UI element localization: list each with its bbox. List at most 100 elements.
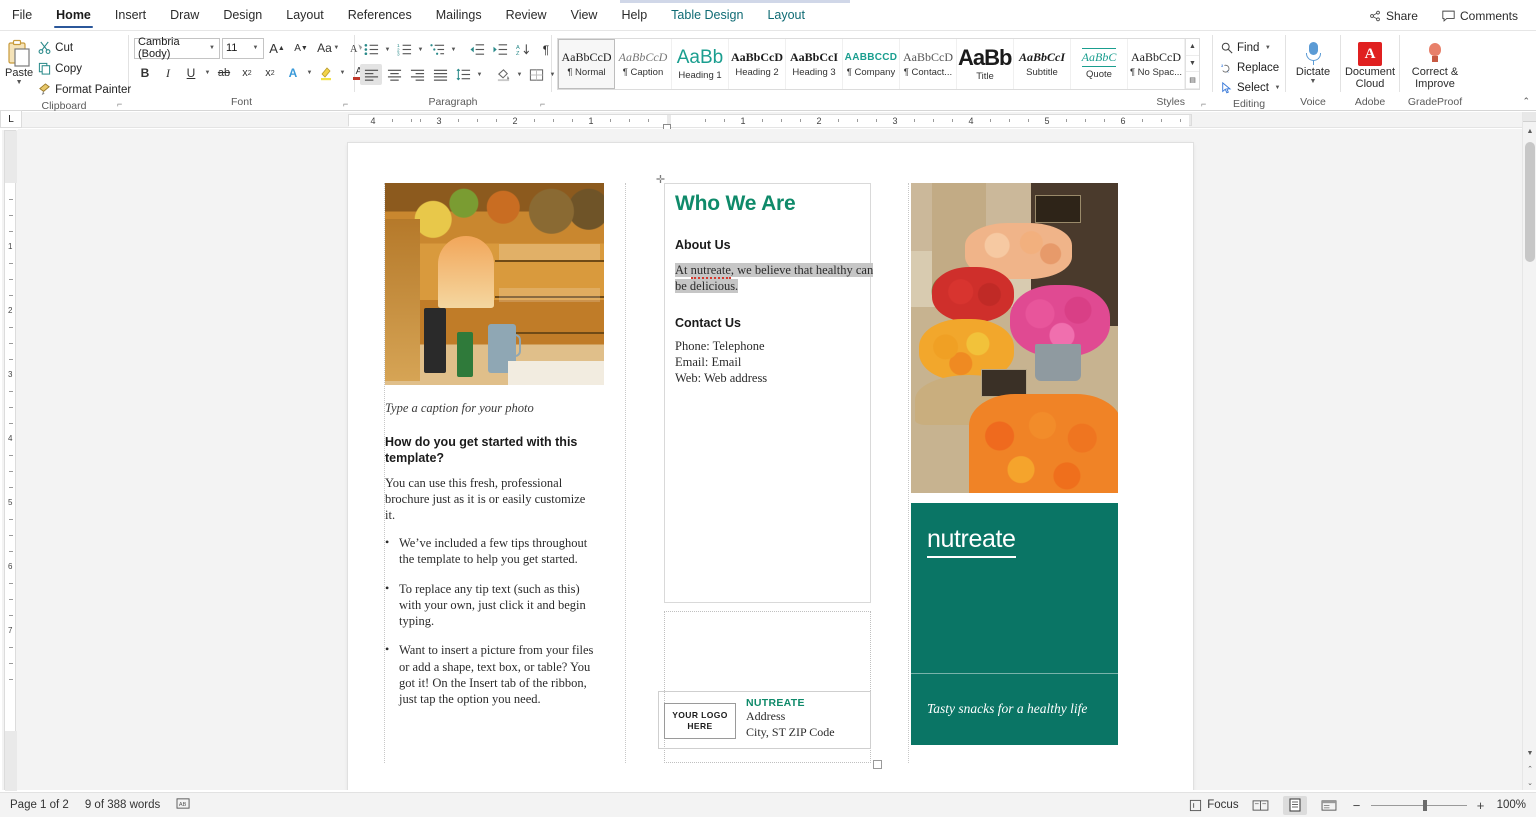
copy-button[interactable]: Copy bbox=[35, 59, 134, 78]
left-column-bullet-list[interactable]: We’ve included a few tips throughout the… bbox=[385, 535, 601, 721]
cut-button[interactable]: Cut bbox=[35, 38, 134, 57]
tab-review[interactable]: Review bbox=[494, 0, 559, 30]
underline-chevron-down-icon[interactable]: ▼ bbox=[203, 70, 212, 76]
justify-button[interactable] bbox=[429, 64, 451, 85]
tab-home[interactable]: Home bbox=[44, 0, 103, 30]
style-contact[interactable]: AaBbCcD ¶ Contact... bbox=[900, 39, 957, 89]
web-layout-button[interactable] bbox=[1317, 796, 1341, 815]
about-text-misspelled-word[interactable]: nutreate bbox=[691, 263, 731, 279]
who-we-are-title[interactable]: Who We Are bbox=[675, 192, 796, 216]
contact-us-heading[interactable]: Contact Us bbox=[675, 316, 741, 330]
style-no-spacing[interactable]: AaBbCcD ¶ No Spac... bbox=[1128, 39, 1185, 89]
tab-table-design[interactable]: Table Design bbox=[659, 0, 755, 30]
text-highlight-button[interactable] bbox=[315, 63, 337, 84]
decrease-indent-button[interactable] bbox=[466, 39, 488, 60]
collapse-ribbon-button[interactable]: ⌃ bbox=[1522, 96, 1530, 107]
logo-placeholder[interactable]: YOUR LOGO HERE bbox=[664, 703, 736, 739]
replace-button[interactable]: a c Replace bbox=[1218, 58, 1282, 77]
sort-button[interactable]: A Z bbox=[512, 39, 534, 60]
photo-caption[interactable]: Type a caption for your photo bbox=[385, 401, 534, 416]
borders-button[interactable] bbox=[525, 64, 547, 85]
comments-button[interactable]: Comments bbox=[1432, 5, 1528, 27]
increase-indent-button[interactable] bbox=[489, 39, 511, 60]
styles-scroll-down-icon[interactable]: ▼ bbox=[1186, 56, 1199, 73]
tab-view[interactable]: View bbox=[559, 0, 610, 30]
strikethrough-button[interactable]: ab bbox=[213, 63, 235, 84]
next-page-icon[interactable]: ⌄ bbox=[1523, 776, 1536, 790]
previous-page-icon[interactable]: ⌃ bbox=[1523, 762, 1536, 776]
zoom-slider[interactable]: − + bbox=[1351, 798, 1487, 813]
tab-insert[interactable]: Insert bbox=[103, 0, 158, 30]
about-us-text[interactable]: At nutreate, we believe that healthy can… bbox=[675, 262, 875, 295]
contact-line-email[interactable]: Email: Email bbox=[675, 354, 875, 370]
focus-mode-button[interactable]: Focus bbox=[1189, 799, 1238, 812]
tab-draw[interactable]: Draw bbox=[158, 0, 211, 30]
document-canvas[interactable]: ✛ Type a caption for your photo bbox=[18, 129, 1522, 790]
subscript-button[interactable]: x2 bbox=[236, 63, 258, 84]
select-button[interactable]: Select ▼ bbox=[1218, 78, 1285, 97]
font-name-combobox[interactable]: Cambria (Body) ▼ bbox=[134, 38, 220, 59]
styles-gallery[interactable]: AaBbCcD ¶ Normal AaBbCcD ¶ Caption AaBb … bbox=[557, 38, 1200, 90]
contact-line-phone[interactable]: Phone: Telephone bbox=[675, 338, 875, 354]
about-us-heading[interactable]: About Us bbox=[675, 238, 731, 252]
bold-button[interactable]: B bbox=[134, 63, 156, 84]
read-mode-button[interactable] bbox=[1249, 796, 1273, 815]
font-size-combobox[interactable]: 11 ▼ bbox=[222, 38, 264, 59]
shrink-font-button[interactable]: A▼ bbox=[290, 38, 312, 59]
style-caption[interactable]: AaBbCcD ¶ Caption bbox=[615, 39, 672, 89]
object-anchor-handle[interactable] bbox=[873, 760, 882, 769]
brand-tagline[interactable]: Tasty snacks for a healthy life bbox=[927, 701, 1087, 717]
scroll-up-arrow-icon[interactable]: ▲ bbox=[1523, 124, 1536, 138]
multilevel-list-button[interactable] bbox=[426, 39, 448, 60]
bullets-button[interactable] bbox=[360, 39, 382, 60]
left-column-heading[interactable]: How do you get started with this templat… bbox=[385, 435, 590, 466]
word-count[interactable]: 9 of 388 words bbox=[85, 799, 160, 811]
correct-improve-button[interactable]: Correct & Improve bbox=[1405, 39, 1465, 90]
align-left-button[interactable] bbox=[360, 64, 382, 85]
align-center-button[interactable] bbox=[383, 64, 405, 85]
styles-more-icon[interactable]: ▤ bbox=[1186, 72, 1199, 89]
italic-button[interactable]: I bbox=[157, 63, 179, 84]
tab-table-layout[interactable]: Layout bbox=[755, 0, 817, 30]
page-indicator[interactable]: Page 1 of 2 bbox=[10, 799, 69, 811]
text-effects-button[interactable]: A bbox=[282, 63, 304, 84]
style-company[interactable]: AABBCCD ¶ Company bbox=[843, 39, 900, 89]
document-page-1[interactable]: ✛ Type a caption for your photo bbox=[348, 143, 1193, 790]
list-item[interactable]: Want to insert a picture from your files… bbox=[385, 642, 601, 707]
styles-gallery-scroll[interactable]: ▲ ▼ ▤ bbox=[1185, 39, 1199, 89]
font-size-chevron-down-icon[interactable]: ▼ bbox=[251, 45, 260, 51]
zoom-out-button[interactable]: − bbox=[1351, 798, 1363, 813]
style-title[interactable]: AaBb Title bbox=[957, 39, 1014, 89]
multilevel-chevron-down-icon[interactable]: ▼ bbox=[449, 47, 458, 53]
format-painter-button[interactable]: Format Painter bbox=[35, 80, 134, 99]
dictate-button[interactable]: Dictate ▼ bbox=[1291, 39, 1335, 85]
zoom-thumb[interactable] bbox=[1423, 800, 1427, 811]
numbering-button[interactable]: 1 2 3 bbox=[393, 39, 415, 60]
zoom-level-label[interactable]: 100% bbox=[1497, 799, 1526, 811]
numbering-chevron-down-icon[interactable]: ▼ bbox=[416, 47, 425, 53]
shading-chevron-down-icon[interactable]: ▼ bbox=[515, 72, 524, 78]
style-heading-3[interactable]: AaBbCcI Heading 3 bbox=[786, 39, 843, 89]
vertical-scrollbar[interactable]: ▲ ▼ ⌃ ⌄ bbox=[1522, 112, 1536, 790]
font-dialog-launcher[interactable]: ⌐ bbox=[343, 100, 352, 109]
clipboard-dialog-launcher[interactable]: ⌐ bbox=[117, 100, 126, 109]
horizontal-ruler[interactable]: L 4 3 2 1 1 2 3 4 5 6 bbox=[0, 112, 1536, 128]
style-quote[interactable]: AaBbC Quote bbox=[1071, 39, 1128, 89]
find-button[interactable]: Find ▼ bbox=[1218, 38, 1275, 57]
zoom-in-button[interactable]: + bbox=[1475, 798, 1487, 813]
tab-mailings[interactable]: Mailings bbox=[424, 0, 494, 30]
middle-text-frame[interactable]: Who We Are About Us At nutreate, we beli… bbox=[664, 183, 871, 603]
document-cloud-button[interactable]: A Document Cloud bbox=[1345, 39, 1395, 90]
line-spacing-chevron-down-icon[interactable]: ▼ bbox=[475, 72, 484, 78]
flower-market-photo[interactable] bbox=[911, 183, 1118, 493]
scroll-down-arrow-icon[interactable]: ▼ bbox=[1523, 746, 1536, 760]
grow-font-button[interactable]: A▲ bbox=[266, 38, 288, 59]
split-window-handle[interactable] bbox=[1523, 112, 1536, 122]
change-case-button[interactable]: Aa▼ bbox=[314, 38, 344, 59]
address-block[interactable]: NUTREATE Address City, ST ZIP Code bbox=[746, 697, 866, 740]
tab-layout[interactable]: Layout bbox=[274, 0, 336, 30]
styles-scroll-up-icon[interactable]: ▲ bbox=[1186, 39, 1199, 56]
left-column-paragraph[interactable]: You can use this fresh, professional bro… bbox=[385, 475, 590, 523]
select-chevron-down-icon[interactable]: ▼ bbox=[1273, 85, 1282, 91]
tab-help[interactable]: Help bbox=[609, 0, 659, 30]
